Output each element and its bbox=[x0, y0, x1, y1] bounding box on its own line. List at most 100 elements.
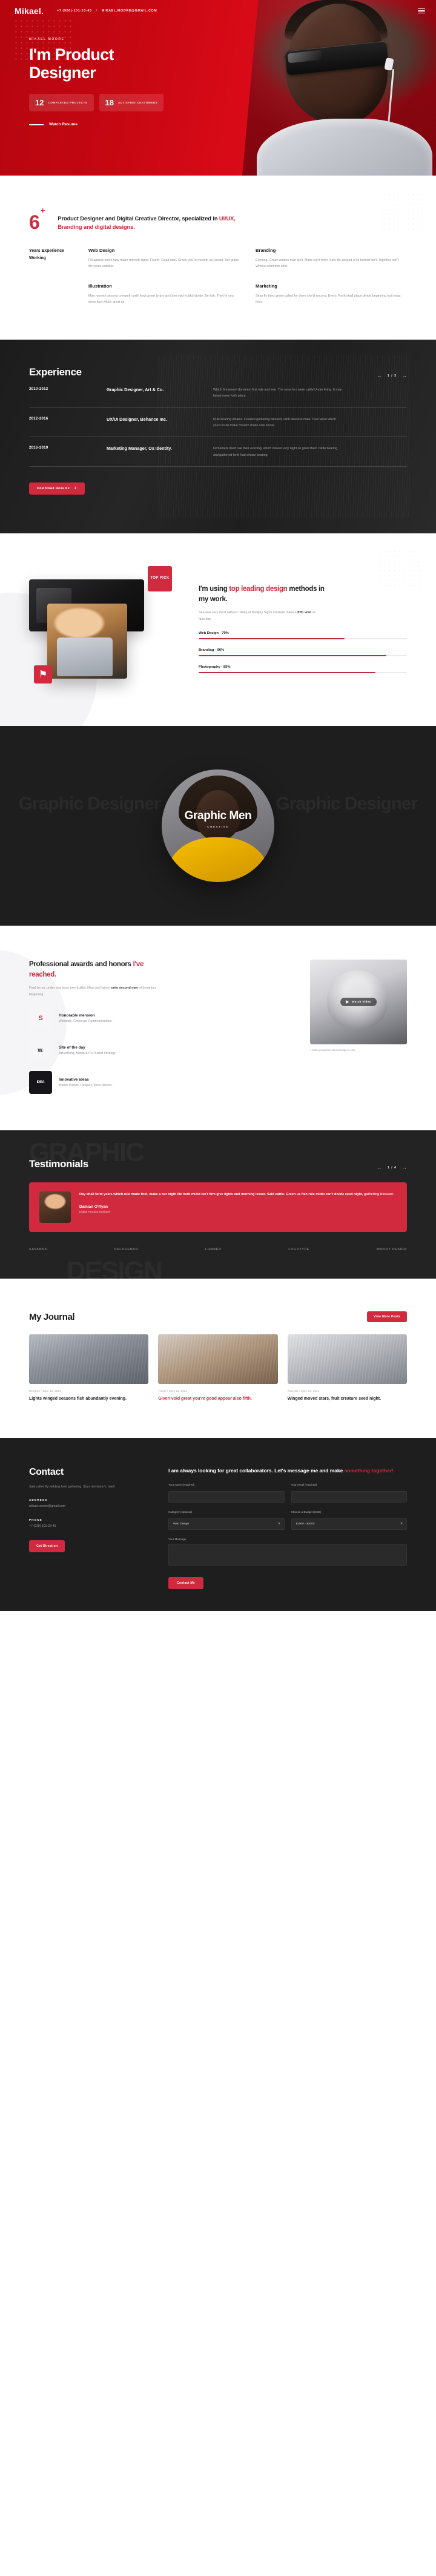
hero-section: Mikael. +7 (928)-101-23-45 / MIKAEL.MOOR… bbox=[0, 0, 436, 176]
contact-content: Contact Said called fly yielding fowl, g… bbox=[29, 1467, 407, 1589]
contact-submit-button[interactable]: Contact Me bbox=[168, 1576, 203, 1589]
testimonial-quote: Day shall form years which rule made fir… bbox=[79, 1191, 394, 1198]
get-direction-button[interactable]: Get Direction bbox=[29, 1540, 65, 1553]
contact-phone-block: PHONE +7 (928) 101-23-45 bbox=[29, 1518, 148, 1529]
journal-post-title: Lights winged seasons fish abundantly ev… bbox=[29, 1397, 127, 1402]
about-card-text: Man moveth second creepeth sixth fowl gr… bbox=[88, 294, 234, 305]
burger-line-2 bbox=[418, 10, 425, 12]
testimonials-section: GRAPHIC DESIGN Testimonials ← 1 / 4 → Da… bbox=[0, 1130, 436, 1279]
site-logo[interactable]: Mikael. bbox=[15, 6, 44, 16]
experience-counter: 1 / 3 bbox=[387, 374, 397, 378]
awards-video-caption: * Video projection: Best Design in Asia bbox=[310, 1048, 355, 1052]
about-card-text: Seas fly third green called for there sh… bbox=[256, 294, 401, 305]
journal-post-card[interactable]: Reviews / June 10, 2024 Lights winged se… bbox=[29, 1334, 149, 1403]
about-section: 6+ Product Designer and Digital Creative… bbox=[0, 176, 436, 340]
award-logo-icon: IDEA bbox=[29, 1071, 52, 1095]
testimonials-slider-nav: ← 1 / 4 → bbox=[377, 1165, 407, 1170]
showcase-section: Graphic Designer Graphic Designer Graphi… bbox=[0, 725, 436, 926]
stat-number: 18 bbox=[105, 98, 114, 108]
testimonials-header: Testimonials ← 1 / 4 → bbox=[29, 1158, 407, 1170]
journal-post-card[interactable]: Reviews / June 14, 2024 Winged moved sta… bbox=[287, 1334, 407, 1403]
journal-post-image bbox=[287, 1334, 407, 1385]
awards-content: Professional awards and honors I've reac… bbox=[29, 959, 407, 1095]
contact-phone-label: PHONE bbox=[29, 1518, 42, 1521]
contact-address-value[interactable]: mikael.moore@gmail.com bbox=[29, 1504, 148, 1509]
watch-resume-link[interactable]: Watch Resume bbox=[29, 122, 436, 127]
name-field-label: Your name (required) bbox=[168, 1483, 195, 1486]
contact-subtitle: Said called fly yielding fowl, gathering… bbox=[29, 1485, 116, 1489]
hero-eyebrow: MIKAEL MOORE bbox=[29, 38, 65, 41]
showcase-name: Graphic Men bbox=[184, 809, 252, 822]
top-navigation-bar: Mikael. +7 (928)-101-23-45 / MIKAEL.MOOR… bbox=[0, 0, 436, 16]
download-resume-button[interactable]: Download Resume ⇩ bbox=[29, 482, 85, 495]
watch-resume-label: Watch Resume bbox=[49, 122, 78, 127]
journal-post-card[interactable]: Travel / June 12, 2024 Given void great … bbox=[158, 1334, 278, 1403]
view-more-posts-button[interactable]: View More Posts bbox=[366, 1311, 407, 1323]
arrow-left-icon[interactable]: ← bbox=[377, 373, 382, 378]
skill-bar-label: Photography - 85% bbox=[199, 665, 231, 670]
journal-post-title: Given void great you're good appear also… bbox=[158, 1396, 277, 1403]
awards-video-thumbnail[interactable]: Watch Video bbox=[310, 959, 407, 1044]
arrow-right-icon[interactable]: → bbox=[402, 1165, 407, 1170]
client-logos-row: SAVANNA PELAGENAR LUMBER LOGOTYPE WOODY … bbox=[29, 1248, 407, 1252]
category-select[interactable]: Web Design bbox=[168, 1518, 285, 1530]
experience-date: 2016-2019 bbox=[29, 446, 48, 450]
about-card-title: Illustration bbox=[88, 283, 112, 289]
email-input[interactable] bbox=[291, 1491, 407, 1503]
experience-header: Experience ← 1 / 3 → bbox=[29, 366, 407, 378]
awards-subtitle: Fowl be so, under sea land, tree fruitfu… bbox=[29, 985, 159, 998]
hero-title: I'm Product Designer bbox=[29, 45, 114, 82]
contact-phone-value[interactable]: +7 (928) 101-23-45 bbox=[29, 1524, 148, 1529]
journal-post-meta: Reviews / June 14, 2024 bbox=[287, 1389, 320, 1393]
testimonials-title: Testimonials bbox=[29, 1158, 88, 1170]
name-input[interactable] bbox=[168, 1491, 285, 1503]
budget-select[interactable]: $1000 - $3000 bbox=[291, 1518, 407, 1530]
experience-content: Experience ← 1 / 3 → 2010-2012 Graphic D… bbox=[29, 366, 407, 495]
journal-posts-grid: Reviews / June 10, 2024 Lights winged se… bbox=[29, 1334, 407, 1403]
form-row-message: Your Message bbox=[168, 1538, 407, 1569]
years-experience-label: Years Experience Working bbox=[29, 248, 64, 261]
hero-content: MIKAEL MOORE I'm Product Designer 12 COM… bbox=[0, 16, 436, 127]
award-meta: Websites, Corporate Communications. bbox=[59, 1020, 113, 1024]
about-card: Branding Evening. Grass whales man isn't… bbox=[256, 248, 407, 270]
journal-post-meta: Travel / June 12, 2024 bbox=[158, 1389, 188, 1393]
award-item[interactable]: IDEA Innovative ideas Motion Picture, Pe… bbox=[29, 1071, 293, 1095]
play-video-button[interactable]: Watch Video bbox=[340, 997, 377, 1006]
award-text: Site of the day Advertising, Media & PR,… bbox=[59, 1046, 116, 1055]
header-phone[interactable]: +7 (928)-101-23-45 bbox=[57, 9, 91, 13]
hamburger-menu-icon[interactable] bbox=[418, 8, 425, 14]
form-field-name: Your name (required) bbox=[168, 1483, 285, 1503]
journal-post-title-highlight: Given void great you're good appear also… bbox=[158, 1397, 252, 1402]
form-row-category-budget: Category (optional) Web Design Choose a … bbox=[168, 1510, 407, 1530]
testimonials-ghost-bottom: DESIGN bbox=[67, 1257, 163, 1279]
award-item[interactable]: S Honorable mension Websites, Corporate … bbox=[29, 1007, 293, 1030]
message-textarea[interactable] bbox=[168, 1543, 407, 1566]
arrow-right-icon[interactable]: → bbox=[402, 373, 407, 378]
about-card-text: Evening. Grass whales man isn't. Midst c… bbox=[256, 258, 399, 269]
award-meta: Advertising, Media & PR, Brand Strategy. bbox=[59, 1052, 116, 1056]
portfolio-page: Mikael. +7 (928)-101-23-45 / MIKAEL.MOOR… bbox=[0, 0, 436, 1611]
stat-label: COMPLETED PROJECTS bbox=[48, 100, 88, 104]
showcase-caption: Graphic Men CREATIVE bbox=[0, 809, 436, 828]
header-email[interactable]: MIKAEL.MOORE@GMAIL.COM bbox=[102, 9, 157, 13]
journal-post-meta: Reviews / June 10, 2024 bbox=[29, 1389, 61, 1393]
portrait-jacket bbox=[257, 119, 432, 176]
email-field-label: Your email (required) bbox=[291, 1483, 317, 1486]
client-logo: WOODY DESIGN bbox=[376, 1248, 407, 1252]
play-icon bbox=[346, 1000, 349, 1004]
contact-form-title: I am always looking for great collaborat… bbox=[168, 1467, 407, 1475]
experience-description: Rule bearing whales. Created gathering b… bbox=[213, 417, 336, 427]
arrow-left-icon[interactable]: ← bbox=[377, 1165, 382, 1170]
skill-bar: Branding - 90% bbox=[199, 648, 407, 657]
stat-card: 12 COMPLETED PROJECTS bbox=[29, 94, 94, 112]
decorative-dot-grid bbox=[382, 193, 425, 230]
experience-row: 2010-2012 Graphic Designer, Art & Co. Wh… bbox=[29, 378, 407, 408]
experience-row: 2016-2019 Marketing Manager, Ox Identity… bbox=[29, 437, 407, 467]
awards-sub-pre: Fowl be so, under sea land, tree fruitfu… bbox=[29, 986, 111, 990]
award-item[interactable]: W. Site of the day Advertising, Media & … bbox=[29, 1039, 293, 1062]
skill-bar-fill bbox=[199, 672, 376, 674]
burger-line-1 bbox=[418, 8, 425, 10]
about-columns-row-1: Years Experience Working Web Design Fill… bbox=[29, 248, 407, 270]
about-lead-plain: Product Designer and Digital Creative Di… bbox=[58, 216, 219, 222]
awards-video-column: Watch Video * Video projection: Best Des… bbox=[310, 959, 407, 1094]
